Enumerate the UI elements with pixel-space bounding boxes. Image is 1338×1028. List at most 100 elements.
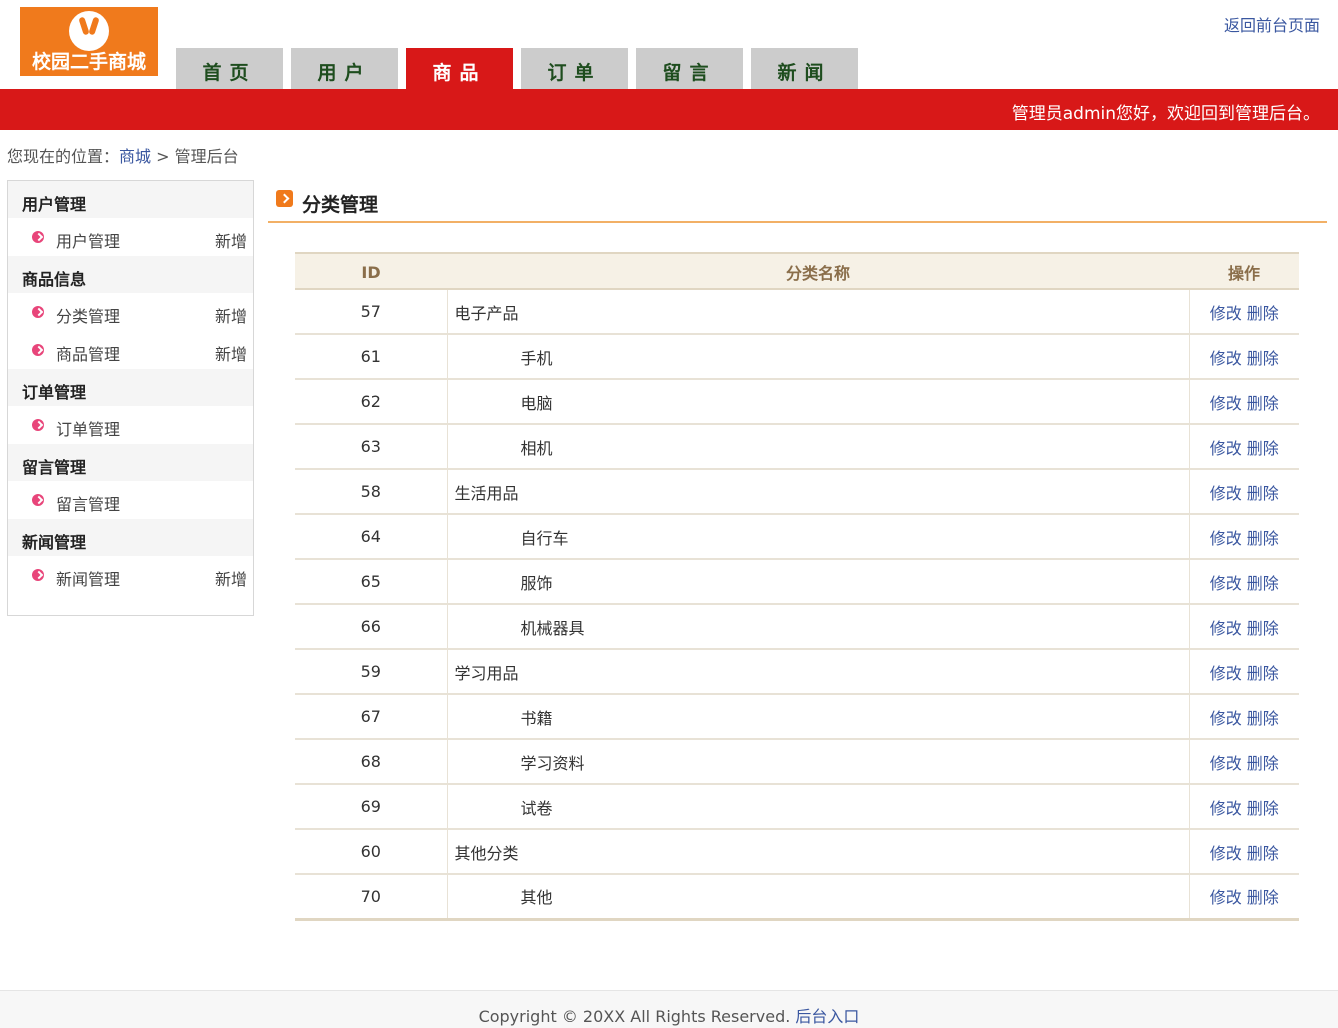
category-table: ID 分类名称 操作 57 电子产品 修改 删除 61 手机 修改 删除 62 电脑 修改 删除… <box>295 252 1299 921</box>
nav-tab-4[interactable]: 留言 <box>636 48 743 89</box>
breadcrumb-link-mall[interactable]: 商城 <box>119 147 151 166</box>
section-header: 分类管理 <box>268 186 1327 223</box>
delete-link[interactable]: 删除 <box>1247 394 1279 413</box>
delete-link[interactable]: 删除 <box>1247 484 1279 503</box>
edit-link[interactable]: 修改 <box>1210 619 1242 638</box>
table-header-row: ID 分类名称 操作 <box>295 253 1299 289</box>
sidebar-item[interactable]: 商品管理 新增 <box>8 331 253 369</box>
sidebar-add-link[interactable]: 新增 <box>215 303 247 327</box>
cell-actions: 修改 删除 <box>1189 424 1299 470</box>
bullet-arrow-icon <box>32 344 44 356</box>
edit-link[interactable]: 修改 <box>1210 394 1242 413</box>
edit-link[interactable]: 修改 <box>1210 304 1242 323</box>
table-row: 69 试卷 修改 删除 <box>295 784 1299 830</box>
cell-id: 57 <box>295 289 448 335</box>
breadcrumb-current: 管理后台 <box>174 147 239 166</box>
cell-category-name: 相机 <box>447 424 1190 470</box>
sidebar-group-title: 订单管理 <box>8 369 253 406</box>
edit-link[interactable]: 修改 <box>1210 709 1242 728</box>
delete-link[interactable]: 删除 <box>1247 844 1279 863</box>
edit-link[interactable]: 修改 <box>1210 484 1242 503</box>
delete-link[interactable]: 删除 <box>1247 709 1279 728</box>
edit-link[interactable]: 修改 <box>1210 799 1242 818</box>
delete-link[interactable]: 删除 <box>1247 349 1279 368</box>
site-logo[interactable]: 校园二手商城 <box>20 7 158 76</box>
nav-tab-0[interactable]: 首页 <box>176 48 283 89</box>
sidebar-item[interactable]: 分类管理 新增 <box>8 293 253 331</box>
victory-hand-icon <box>69 11 109 51</box>
edit-link[interactable]: 修改 <box>1210 574 1242 593</box>
sidebar-add-link[interactable]: 新增 <box>215 566 247 590</box>
delete-link[interactable]: 删除 <box>1247 574 1279 593</box>
logo-text: 校园二手商城 <box>31 51 146 73</box>
nav-tab-3[interactable]: 订单 <box>521 48 628 89</box>
bullet-arrow-icon <box>32 569 44 581</box>
delete-link[interactable]: 删除 <box>1247 799 1279 818</box>
breadcrumb-separator: > <box>151 147 175 166</box>
cell-actions: 修改 删除 <box>1189 559 1299 605</box>
sidebar-item[interactable]: 留言管理 <box>8 481 253 519</box>
edit-link[interactable]: 修改 <box>1210 664 1242 683</box>
delete-link[interactable]: 删除 <box>1247 888 1279 907</box>
table-row: 63 相机 修改 删除 <box>295 424 1299 470</box>
cell-category-name: 其他 <box>447 874 1190 921</box>
delete-link[interactable]: 删除 <box>1247 664 1279 683</box>
sidebar-add-link[interactable]: 新增 <box>215 228 247 252</box>
column-header-name: 分类名称 <box>785 264 850 283</box>
edit-link[interactable]: 修改 <box>1210 888 1242 907</box>
sidebar-item-label[interactable]: 新闻管理 <box>56 570 120 589</box>
nav-tab-2[interactable]: 商品 <box>406 48 513 89</box>
edit-link[interactable]: 修改 <box>1210 529 1242 548</box>
sidebar-group-title: 商品信息 <box>8 256 253 293</box>
back-to-front-link[interactable]: 返回前台页面 <box>1224 12 1320 36</box>
delete-link[interactable]: 删除 <box>1247 754 1279 773</box>
cell-id: 67 <box>295 694 448 740</box>
sidebar-group-title: 留言管理 <box>8 444 253 481</box>
nav-tab-5[interactable]: 新闻 <box>751 48 858 89</box>
cell-category-name: 书籍 <box>447 694 1190 740</box>
sidebar-add-link[interactable]: 新增 <box>215 341 247 365</box>
delete-link[interactable]: 删除 <box>1247 619 1279 638</box>
table-row: 66 机械器具 修改 删除 <box>295 604 1299 650</box>
table-row: 59 学习用品 修改 删除 <box>295 649 1299 695</box>
sidebar-item[interactable]: 用户管理 新增 <box>8 218 253 256</box>
cell-actions: 修改 删除 <box>1189 379 1299 425</box>
cell-category-name: 学习用品 <box>447 649 1190 695</box>
cell-id: 61 <box>295 334 448 380</box>
sidebar-item-label[interactable]: 商品管理 <box>56 345 120 364</box>
delete-link[interactable]: 删除 <box>1247 529 1279 548</box>
table-row: 60 其他分类 修改 删除 <box>295 829 1299 875</box>
sidebar-item-label[interactable]: 用户管理 <box>56 232 120 251</box>
bullet-arrow-icon <box>32 306 44 318</box>
edit-link[interactable]: 修改 <box>1210 349 1242 368</box>
sidebar-item-label[interactable]: 分类管理 <box>56 307 120 326</box>
edit-link[interactable]: 修改 <box>1210 754 1242 773</box>
cell-id: 63 <box>295 424 448 470</box>
sidebar-group-title: 用户管理 <box>8 181 253 218</box>
sidebar-item[interactable]: 订单管理 <box>8 406 253 444</box>
cell-id: 62 <box>295 379 448 425</box>
cell-actions: 修改 删除 <box>1189 694 1299 740</box>
cell-id: 70 <box>295 874 448 921</box>
edit-link[interactable]: 修改 <box>1210 844 1242 863</box>
cell-category-name: 生活用品 <box>447 469 1190 515</box>
edit-link[interactable]: 修改 <box>1210 439 1242 458</box>
cell-id: 65 <box>295 559 448 605</box>
nav-tab-1[interactable]: 用户 <box>291 48 398 89</box>
cell-id: 66 <box>295 604 448 650</box>
admin-entry-link[interactable]: 后台入口 <box>795 1007 859 1026</box>
sidebar-item-label[interactable]: 订单管理 <box>56 420 120 439</box>
page-title: 分类管理 <box>302 194 379 216</box>
welcome-message: 管理员admin您好，欢迎回到管理后台。 <box>1011 104 1320 124</box>
column-header-id: ID <box>361 262 381 282</box>
table-row: 65 服饰 修改 删除 <box>295 559 1299 605</box>
cell-id: 68 <box>295 739 448 785</box>
sidebar-item[interactable]: 新闻管理 新增 <box>8 556 253 594</box>
delete-link[interactable]: 删除 <box>1247 439 1279 458</box>
cell-actions: 修改 删除 <box>1189 604 1299 650</box>
breadcrumb-prefix: 您现在的位置： <box>7 147 120 166</box>
cell-actions: 修改 删除 <box>1189 649 1299 695</box>
cell-actions: 修改 删除 <box>1189 829 1299 875</box>
sidebar-item-label[interactable]: 留言管理 <box>56 495 120 514</box>
delete-link[interactable]: 删除 <box>1247 304 1279 323</box>
